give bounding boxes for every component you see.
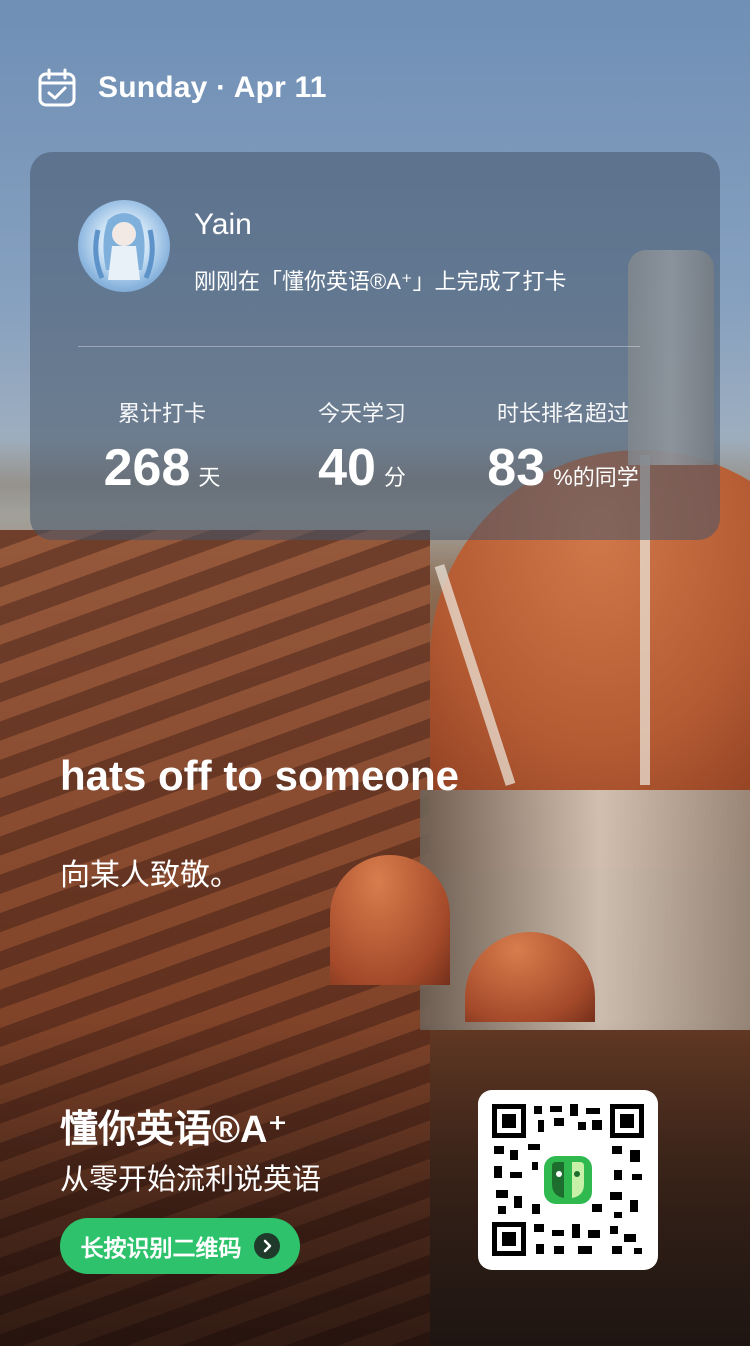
stat-unit: 分 [383,465,406,490]
stat-value: 268 [103,439,191,497]
stat-unit: %的同学 [553,465,639,490]
stat-unit: 天 [198,465,221,490]
calendar-check-icon [38,68,76,107]
qr-code-icon [492,1104,644,1256]
checkin-status-text: 刚刚在「懂你英语®A⁺」上完成了打卡 [194,269,567,294]
stat-today-minutes: 今天学习 40 分 [292,396,432,498]
brand-name: 懂你英语®A⁺ [60,1109,288,1151]
stat-label: 今天学习 [317,401,406,426]
small-dome [330,855,450,985]
username: Yain [194,208,252,241]
checkin-card: Yain 刚刚在「懂你英语®A⁺」上完成了打卡 累计打卡 268 天 今天学习 4… [30,152,720,540]
date-text: Sunday · Apr 11 [98,71,327,104]
date-header: Sunday · Apr 11 [38,68,327,108]
stat-value: 83 [487,439,546,497]
phrase-english: hats off to someone [60,752,460,799]
avatar-illustration [93,213,155,280]
qr-code[interactable] [478,1090,658,1270]
stat-total-checkins: 累计打卡 268 天 [92,396,232,498]
chevron-right-icon [253,1233,280,1259]
cta-label: 长按识别二维码 [80,1235,242,1261]
card-divider [78,346,640,347]
phrase-chinese: 向某人致敬。 [60,859,240,892]
checkin-share-card: Sunday · Apr 11 Yain 刚刚在「懂你英语®A⁺」上完成了打卡 … [0,0,750,1346]
scan-qr-button[interactable]: 长按识别二维码 [60,1218,300,1274]
stat-value: 40 [318,439,376,497]
avatar [78,200,170,292]
stat-label: 时长排名超过 [496,401,629,426]
slogan: 从零开始流利说英语 [60,1164,322,1196]
stat-label: 累计打卡 [117,401,206,426]
stat-duration-rank: 时长排名超过 83 %的同学 [478,396,648,498]
